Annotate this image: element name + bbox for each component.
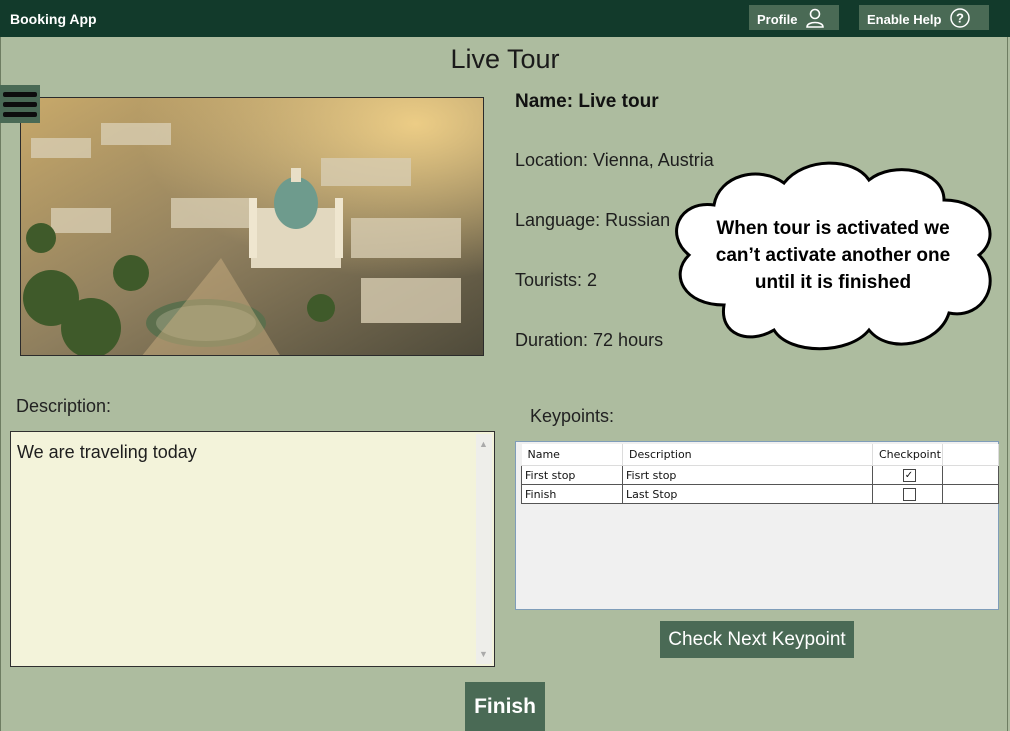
keypoints-label: Keypoints: — [530, 406, 615, 426]
profile-button[interactable]: Profile — [749, 5, 839, 30]
filler-cell — [942, 484, 999, 504]
finish-button[interactable]: Finish — [465, 682, 545, 731]
description-scrollbar[interactable]: ▲ ▼ — [476, 434, 492, 664]
keypoints-table: Name Description Checkpoint First stop F… — [515, 441, 999, 610]
top-bar: Booking App Profile Enable Help ? — [0, 0, 1010, 37]
keypoint-name[interactable]: Finish — [521, 484, 623, 504]
profile-label: Profile — [757, 11, 798, 27]
checkpoint-checkbox-checked[interactable]: ✓ — [902, 468, 916, 482]
column-header-filler — [942, 444, 999, 466]
app-name: Booking App — [10, 11, 97, 27]
table-row[interactable]: Finish Last Stop — [521, 484, 999, 504]
keypoint-name[interactable]: First stop — [521, 465, 623, 485]
keypoint-description[interactable]: Fisrt stop — [622, 465, 873, 485]
note-text: When tour is activated we can’t activate… — [690, 215, 976, 296]
note-line: When tour is activated we — [716, 218, 950, 239]
note-line: can’t activate another one — [715, 245, 951, 266]
tour-name: Name: Live tour — [515, 91, 659, 112]
description-text: We are traveling today — [17, 442, 197, 462]
vienna-aerial-image — [21, 98, 483, 355]
page-title: Live Tour — [450, 44, 560, 74]
column-header-description[interactable]: Description — [622, 444, 873, 466]
scroll-down-icon[interactable]: ▼ — [479, 649, 488, 659]
checkpoint-cell — [872, 484, 943, 504]
enable-help-label: Enable Help — [867, 11, 942, 27]
hamburger-icon-bar — [3, 91, 37, 97]
keypoint-description[interactable]: Last Stop — [622, 484, 873, 504]
hamburger-icon-bar — [3, 111, 37, 117]
column-header-checkpoint[interactable]: Checkpoint — [872, 444, 943, 466]
checkpoint-cell: ✓ — [872, 465, 943, 485]
check-next-keypoint-button[interactable]: Check Next Keypoint — [660, 621, 854, 658]
tour-language: Language: Russian — [515, 210, 671, 230]
user-icon — [806, 8, 825, 28]
enable-help-button[interactable]: Enable Help ? — [859, 5, 989, 30]
menu-button[interactable] — [0, 85, 40, 123]
filler-cell — [942, 465, 999, 485]
checkpoint-checkbox[interactable] — [902, 487, 916, 501]
column-header-name[interactable]: Name — [521, 444, 623, 466]
question-circle-icon: ? — [950, 7, 971, 28]
description-field[interactable]: We are traveling today ▲ ▼ — [10, 431, 495, 667]
table-row[interactable]: First stop Fisrt stop ✓ — [521, 465, 999, 485]
tour-tourists: Tourists: 2 — [515, 270, 598, 290]
scroll-up-icon[interactable]: ▲ — [479, 439, 488, 449]
note-line: until it is finished — [754, 272, 912, 293]
svg-text:?: ? — [956, 10, 964, 25]
tour-duration: Duration: 72 hours — [515, 330, 664, 350]
tour-photo — [20, 97, 484, 356]
description-label: Description: — [16, 396, 112, 416]
hamburger-icon-bar — [3, 101, 37, 107]
